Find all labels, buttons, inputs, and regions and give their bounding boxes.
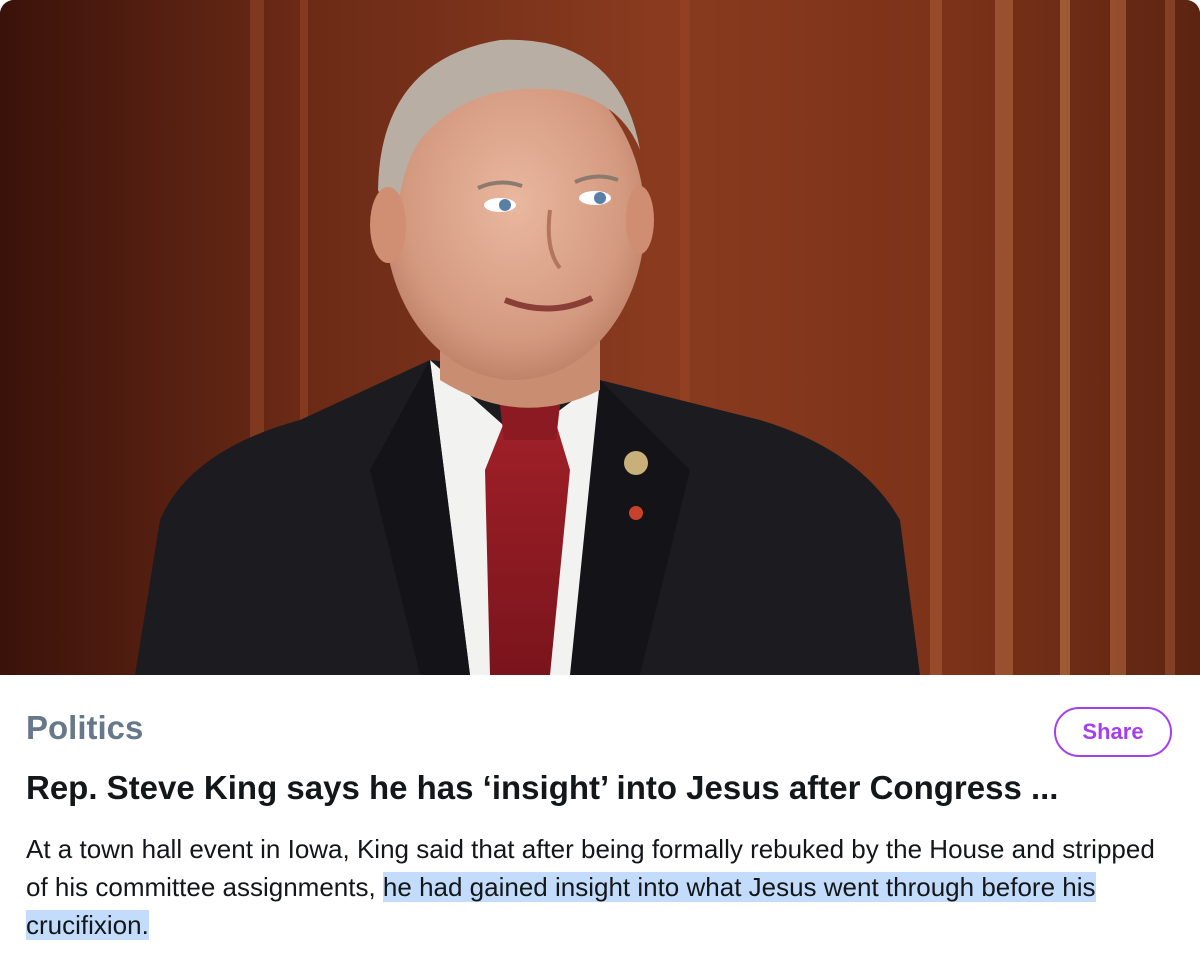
article-headline[interactable]: Rep. Steve King says he has ‘insight’ in… (26, 766, 1176, 810)
article-summary: At a town hall event in Iowa, King said … (26, 830, 1176, 944)
share-button[interactable]: Share (1054, 707, 1172, 757)
category-label: Politics (26, 709, 144, 746)
news-card[interactable]: Politics Share Rep. Steve King says he h… (0, 0, 1200, 980)
article-photo[interactable] (0, 0, 1200, 675)
photo-illustration (0, 0, 1200, 675)
